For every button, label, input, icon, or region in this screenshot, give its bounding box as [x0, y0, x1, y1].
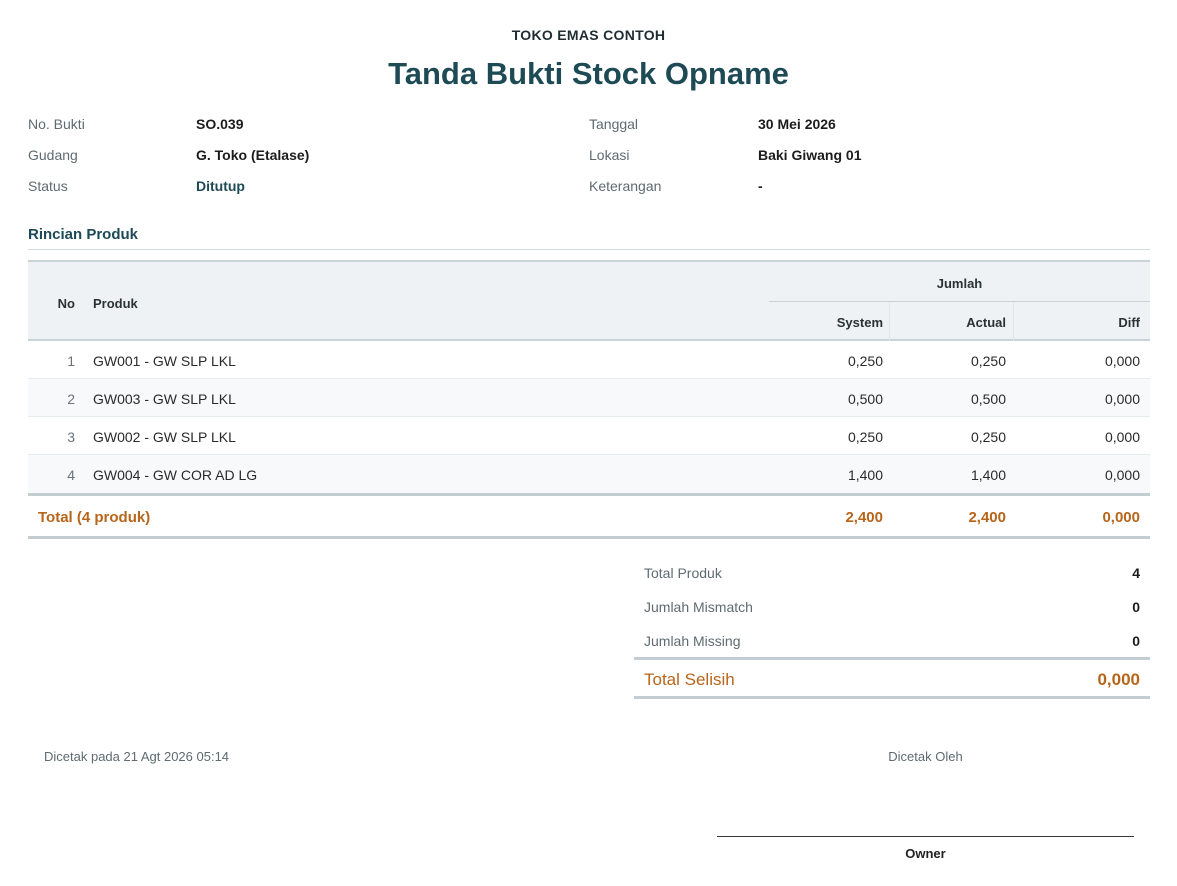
mismatch-value: 0: [1132, 599, 1140, 615]
table-row: 1 GW001 - GW SLP LKL 0,250 0,250 0,000: [28, 341, 1150, 379]
table-row: 3 GW002 - GW SLP LKL 0,250 0,250 0,000: [28, 417, 1150, 455]
row-actual: 0,250: [970, 353, 1006, 369]
row-system: 0,250: [847, 429, 883, 445]
printed-at: Dicetak pada 21 Agt 2026 05:14: [44, 749, 230, 764]
row-produk: GW003 - GW SLP LKL: [93, 391, 236, 407]
summary-total-selisih: Total Selisih 0,000: [634, 657, 1150, 699]
row-no: 2: [67, 391, 75, 407]
row-produk: GW004 - GW COR AD LG: [93, 467, 258, 483]
total-selisih-label: Total Selisih: [644, 670, 735, 689]
signer-name: Owner: [905, 846, 946, 861]
header-jumlah: Jumlah: [936, 276, 983, 291]
page-title: Tanda Bukti Stock Opname: [388, 56, 789, 91]
row-system: 1,400: [847, 467, 883, 483]
missing-label: Jumlah Missing: [644, 633, 741, 649]
gudang-label: Gudang: [28, 147, 78, 163]
status-value: Ditutup: [196, 178, 245, 194]
header-actual: Actual: [966, 315, 1006, 330]
keterangan-value: -: [758, 178, 763, 194]
total-produk-label: Total Produk: [644, 565, 722, 581]
tanggal-label: Tanggal: [589, 116, 639, 132]
total-system: 2,400: [845, 509, 883, 526]
status-label: Status: [28, 178, 68, 194]
table-total-row: Total (4 produk) 2,400 2,400 0,000: [28, 493, 1150, 539]
row-diff: 0,000: [1104, 391, 1140, 407]
summary-box: Total Produk 4 Jumlah Mismatch 0 Jumlah …: [634, 556, 1150, 699]
tanggal-value: 30 Mei 2026: [758, 116, 836, 132]
header-produk: Produk: [93, 296, 138, 311]
total-produk-value: 4: [1132, 565, 1140, 581]
summary-total-produk: Total Produk 4: [634, 556, 1150, 590]
store-name: TOKO EMAS CONTOH: [511, 27, 666, 43]
header-diff: Diff: [1118, 315, 1140, 330]
lokasi-value: Baki Giwang 01: [758, 147, 862, 163]
table-row: 4 GW004 - GW COR AD LG 1,400 1,400 0,000: [28, 455, 1150, 493]
printed-by-label: Dicetak Oleh: [888, 749, 963, 764]
row-diff: 0,000: [1104, 429, 1140, 445]
header-group-divider: [769, 301, 1150, 302]
table-header: No Produk Jumlah System Actual Diff: [28, 260, 1150, 341]
row-system: 0,250: [847, 353, 883, 369]
row-produk: GW002 - GW SLP LKL: [93, 429, 236, 445]
signature-line: [717, 836, 1134, 837]
row-no: 1: [67, 353, 75, 369]
summary-mismatch: Jumlah Mismatch 0: [634, 590, 1150, 624]
summary-missing: Jumlah Missing 0: [634, 624, 1150, 658]
no-bukti-label: No. Bukti: [28, 116, 85, 132]
section-divider: [28, 249, 1150, 250]
info-row-gudang: Gudang G. Toko (Etalase) Lokasi Baki Giw…: [28, 147, 1150, 178]
total-label: Total (4 produk): [38, 509, 151, 526]
row-actual: 0,500: [970, 391, 1006, 407]
product-table: No Produk Jumlah System Actual Diff 1 GW…: [28, 260, 1150, 539]
row-actual: 1,400: [970, 467, 1006, 483]
total-actual: 2,400: [968, 509, 1006, 526]
row-no: 3: [67, 429, 75, 445]
row-no: 4: [67, 467, 75, 483]
total-diff: 0,000: [1102, 509, 1140, 526]
keterangan-label: Keterangan: [589, 178, 662, 194]
lokasi-label: Lokasi: [589, 147, 630, 163]
row-system: 0,500: [847, 391, 883, 407]
header-system: System: [836, 315, 883, 330]
header-no: No: [57, 296, 75, 311]
row-diff: 0,000: [1104, 353, 1140, 369]
missing-value: 0: [1132, 633, 1140, 649]
no-bukti-value: SO.039: [196, 116, 244, 132]
section-title: Rincian Produk: [28, 226, 139, 243]
info-row-no-bukti: No. Bukti SO.039 Tanggal 30 Mei 2026: [28, 116, 1150, 147]
total-selisih-value: 0,000: [1097, 670, 1140, 689]
gudang-value: G. Toko (Etalase): [196, 147, 310, 163]
row-produk: GW001 - GW SLP LKL: [93, 353, 236, 369]
row-diff: 0,000: [1104, 467, 1140, 483]
mismatch-label: Jumlah Mismatch: [644, 599, 753, 615]
table-row: 2 GW003 - GW SLP LKL 0,500 0,500 0,000: [28, 379, 1150, 417]
info-row-status: Status Ditutup Keterangan -: [28, 178, 1150, 209]
document-info: No. Bukti SO.039 Tanggal 30 Mei 2026 Gud…: [28, 116, 1150, 209]
row-actual: 0,250: [970, 429, 1006, 445]
